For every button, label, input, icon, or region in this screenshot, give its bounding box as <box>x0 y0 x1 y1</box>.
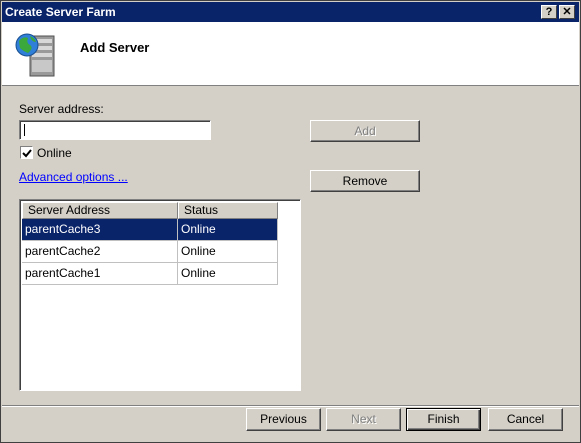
server-address-cell: parentCache2 <box>22 241 178 263</box>
footer-divider <box>2 405 579 407</box>
title-bar: Create Server Farm ? ✕ <box>2 2 579 22</box>
table-row[interactable]: parentCache2 Online <box>22 241 278 263</box>
server-globe-icon <box>14 30 60 80</box>
online-checkbox[interactable] <box>20 146 33 159</box>
wizard-header: Add Server <box>2 22 579 86</box>
advanced-options-link[interactable]: Advanced options ... <box>19 170 128 184</box>
page-title: Add Server <box>80 40 150 55</box>
text-caret <box>24 124 25 136</box>
create-server-farm-dialog: Create Server Farm ? ✕ Add Server Server… <box>0 0 581 443</box>
server-address-label: Server address: <box>19 102 104 116</box>
online-label: Online <box>37 146 72 160</box>
help-button[interactable]: ? <box>541 5 557 19</box>
server-address-cell: parentCache1 <box>22 263 178 285</box>
column-header-status[interactable]: Status <box>178 202 278 219</box>
finish-button[interactable]: Finish <box>406 408 481 431</box>
previous-button[interactable]: Previous <box>246 408 321 431</box>
column-header-server-address[interactable]: Server Address <box>22 202 178 219</box>
table-row[interactable]: parentCache1 Online <box>22 263 278 285</box>
close-button[interactable]: ✕ <box>559 5 575 19</box>
list-header: Server Address Status <box>22 202 278 219</box>
table-row[interactable]: parentCache3 Online <box>22 219 278 241</box>
status-cell: Online <box>178 219 278 241</box>
add-button[interactable]: Add <box>310 120 420 142</box>
server-list[interactable]: Server Address Status parentCache3 Onlin… <box>19 199 301 391</box>
window-title: Create Server Farm <box>5 5 116 19</box>
cancel-button[interactable]: Cancel <box>488 408 563 431</box>
checkmark-icon <box>22 149 32 158</box>
server-address-input[interactable] <box>19 120 211 140</box>
status-cell: Online <box>178 241 278 263</box>
next-button[interactable]: Next <box>326 408 401 431</box>
status-cell: Online <box>178 263 278 285</box>
remove-button[interactable]: Remove <box>310 170 420 192</box>
server-address-cell: parentCache3 <box>22 219 178 241</box>
